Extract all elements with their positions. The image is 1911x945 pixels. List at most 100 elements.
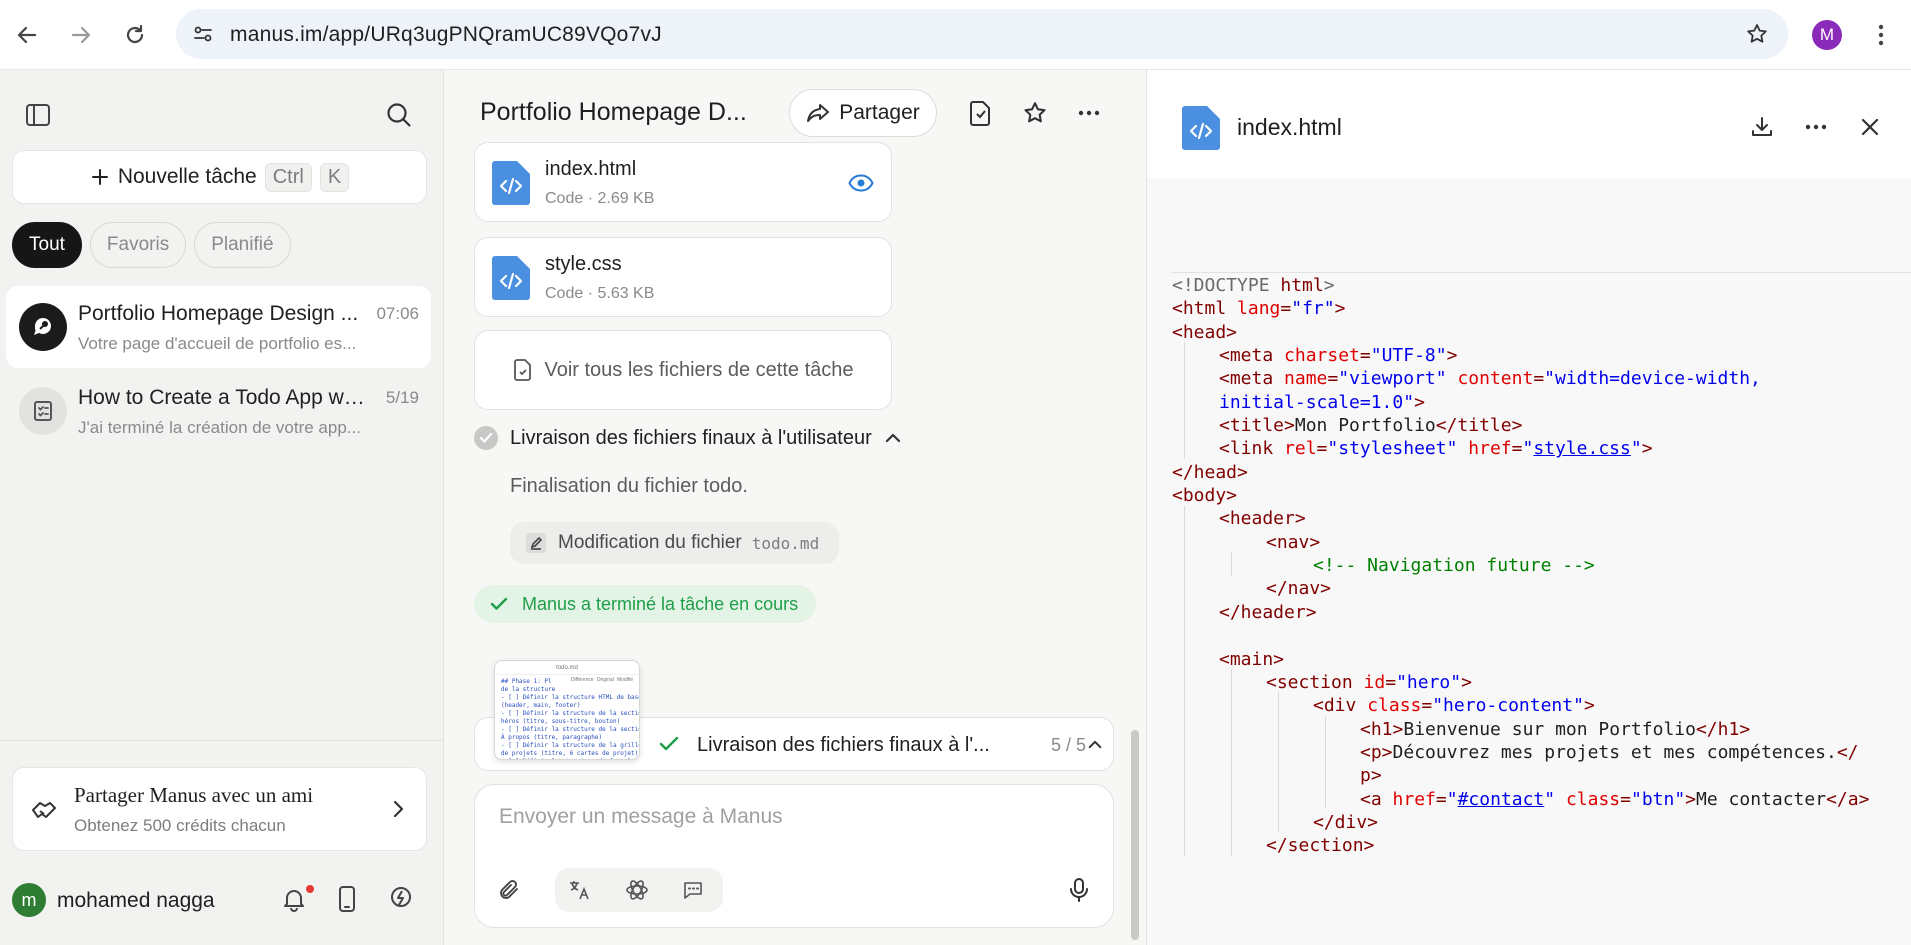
- site-info-icon[interactable]: [186, 17, 220, 51]
- voice-input-button[interactable]: [1059, 870, 1099, 910]
- code-file-icon: [1182, 106, 1220, 150]
- panel-more-button[interactable]: [1796, 107, 1836, 147]
- bookmark-star-icon[interactable]: [1740, 17, 1774, 51]
- user-avatar[interactable]: m: [12, 883, 46, 917]
- task-item-todo-app[interactable]: How to Create a Todo App wit... 5/19 J'a…: [6, 370, 431, 452]
- favorite-button[interactable]: [1015, 93, 1055, 133]
- translate-button[interactable]: [559, 870, 599, 910]
- code-token: <div: [1313, 695, 1368, 717]
- file-card-style-css[interactable]: style.css Code · 5.63 KB: [474, 237, 892, 317]
- code-token: name: [1284, 368, 1328, 390]
- file-viewer-header: index.html: [1147, 70, 1911, 178]
- chat-scrollbar[interactable]: [1131, 730, 1139, 940]
- code-line: <head>: [1172, 319, 1869, 343]
- filter-favorites[interactable]: Favoris: [89, 222, 187, 268]
- code-token: <main>: [1219, 648, 1285, 670]
- preview-eye-icon[interactable]: [845, 167, 877, 199]
- see-all-files-button[interactable]: Voir tous les fichiers de cette tâche: [474, 330, 892, 410]
- code-token: class: [1565, 788, 1621, 810]
- download-button[interactable]: [1742, 107, 1782, 147]
- translate-icon: [570, 881, 589, 900]
- code-token: </title>: [1435, 415, 1523, 437]
- task-item-portfolio[interactable]: Portfolio Homepage Design ... 07:06 Votr…: [6, 286, 431, 368]
- paperclip-icon: [500, 880, 518, 899]
- composer-tools: [555, 868, 723, 912]
- code-line: <p>Découvrez mes projets et mes compéten…: [1172, 739, 1869, 763]
- arrow-right-icon: [71, 26, 91, 44]
- tips-button[interactable]: [381, 879, 421, 919]
- computer-preview-thumbnail[interactable]: todo.md Différence Original Modifié ## P…: [494, 660, 640, 760]
- code-token: "fr": [1291, 298, 1335, 320]
- filter-scheduled[interactable]: Planifié: [194, 222, 291, 268]
- code-line: <section id="hero">: [1172, 669, 1869, 693]
- task-subtitle: J'ai terminé la création de votre app...: [78, 418, 361, 437]
- file-name: index.html: [545, 158, 637, 180]
- shortcut-k: K: [319, 162, 350, 192]
- download-icon: [1752, 117, 1772, 136]
- browser-menu-icon[interactable]: [1866, 17, 1896, 53]
- tool-action-chip[interactable]: Modification du fichier todo.md: [510, 522, 840, 564]
- code-token: href: [1392, 788, 1436, 810]
- step-detail: Finalisation du fichier todo.: [510, 475, 748, 497]
- notifications-button[interactable]: [274, 879, 314, 919]
- address-bar[interactable]: manus.im/app/URq3ugPNQramUC89VQo7vJ: [176, 9, 1788, 59]
- step-header[interactable]: Livraison des fichiers finaux à l'utilis…: [474, 422, 954, 454]
- code-line: <nav>: [1172, 529, 1869, 553]
- url-text[interactable]: manus.im/app/URq3ugPNQramUC89VQo7vJ: [230, 23, 662, 47]
- back-button[interactable]: [7, 15, 47, 55]
- share-manus-card[interactable]: Partager Manus avec un ami Obtenez 500 c…: [12, 767, 427, 851]
- code-line: <div class="hero-content">: [1172, 692, 1869, 717]
- message-input[interactable]: Envoyer un message à Manus: [499, 805, 783, 829]
- chevron-up-icon[interactable]: [884, 432, 902, 444]
- code-line: </nav>: [1172, 575, 1869, 599]
- shortcut-ctrl: Ctrl: [264, 162, 312, 192]
- file-card-index-html[interactable]: index.html Code · 2.69 KB: [474, 142, 892, 222]
- code-token: </a>: [1826, 788, 1870, 810]
- search-icon[interactable]: [379, 95, 419, 135]
- indent-guide: [1325, 715, 1326, 810]
- message-composer[interactable]: Envoyer un message à Manus: [474, 784, 1114, 928]
- forward-button[interactable]: [61, 15, 101, 55]
- code-token: <p>: [1360, 741, 1393, 763]
- chevron-up-icon[interactable]: [1087, 739, 1103, 750]
- file-viewer-title: index.html: [1237, 114, 1342, 140]
- file-viewer-panel: index.html <!DOCTYPE html> <html lang="fr…: [1146, 70, 1911, 945]
- code-token: =: [1316, 438, 1328, 460]
- profile-avatar[interactable]: M: [1812, 20, 1842, 50]
- code-token: p>: [1360, 765, 1382, 787]
- code-line: <link rel="stylesheet" href="style.css">: [1172, 435, 1869, 460]
- task-filters: Tout Favoris Planifié: [12, 222, 291, 268]
- new-task-label: Nouvelle tâche: [117, 165, 257, 188]
- filter-all[interactable]: Tout: [12, 222, 82, 268]
- code-token: <header>: [1219, 508, 1306, 530]
- reload-button[interactable]: [115, 15, 155, 55]
- share-button[interactable]: Partager: [789, 89, 937, 137]
- check-circle-icon: [474, 426, 498, 450]
- code-line: <h1>Bienvenue sur mon Portfolio</h1>: [1172, 716, 1869, 740]
- thumbnail-file-name: todo.md: [495, 661, 639, 675]
- more-horizontal-icon: [1805, 124, 1827, 130]
- close-panel-button[interactable]: [1850, 107, 1890, 147]
- code-token: "btn": [1630, 788, 1686, 810]
- connectors-button[interactable]: [617, 870, 657, 910]
- thumbnail-tab: Différence: [570, 677, 594, 683]
- code-token: <link: [1219, 438, 1285, 460]
- lightbulb-icon: [391, 887, 411, 907]
- file-meta: Code · 2.69 KB: [545, 190, 655, 207]
- indent-guide: [1184, 505, 1185, 856]
- code-token: >: [1583, 695, 1595, 717]
- code-token: =: [1385, 671, 1397, 693]
- sidebar-toggle-icon[interactable]: [18, 95, 58, 135]
- mobile-app-button[interactable]: [327, 879, 367, 919]
- chat-mode-button[interactable]: [673, 870, 713, 910]
- code-token: </div>: [1313, 811, 1379, 833]
- atom-icon: [626, 880, 648, 900]
- new-task-button[interactable]: Nouvelle tâche Ctrl K: [12, 150, 427, 204]
- task-files-button[interactable]: [960, 93, 1000, 133]
- more-options-button[interactable]: [1069, 93, 1109, 133]
- code-line: <header>: [1172, 505, 1869, 530]
- attach-button[interactable]: [489, 870, 529, 910]
- user-name[interactable]: mohamed nagga: [57, 889, 215, 913]
